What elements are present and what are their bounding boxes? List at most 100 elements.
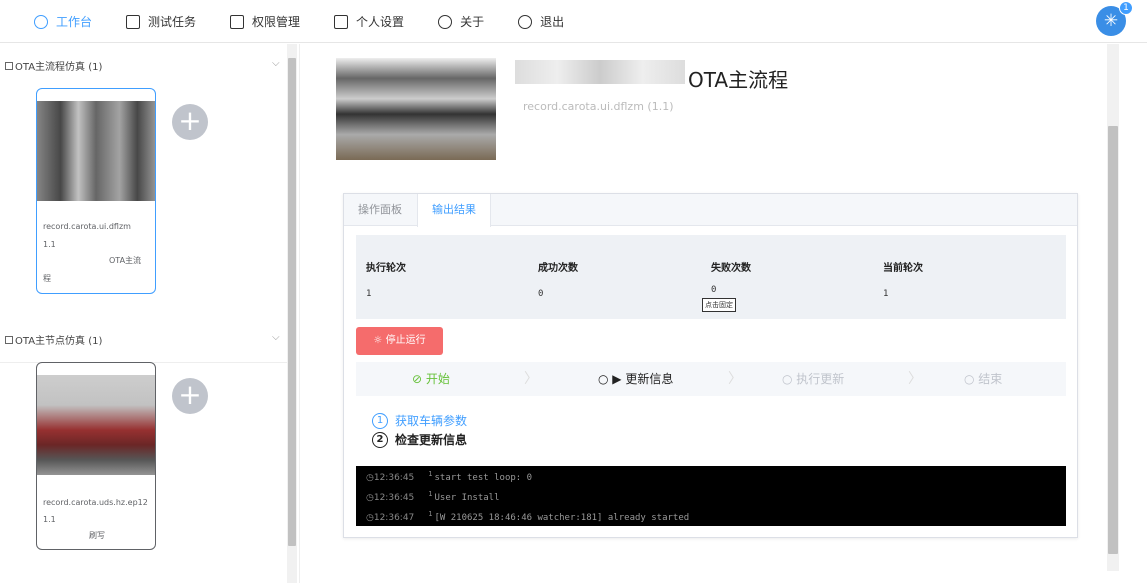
result-panel: 操作面板 输出结果 执行轮次 成功次数 失败次数 当前轮次 1 0 0 1 点击…	[343, 193, 1078, 538]
card-desc-2: 程	[43, 274, 51, 283]
log-count: 1	[428, 470, 433, 478]
notification-badge: 1	[1119, 1, 1133, 15]
stop-run-button[interactable]: ☼ 停止运行	[356, 327, 443, 355]
chevron-down-icon[interactable]: ⌵	[272, 58, 280, 69]
stat-value: 0	[711, 285, 717, 295]
group-title-text: OTA主流程仿真 (1)	[15, 62, 103, 73]
stat-header: 执行轮次	[366, 263, 406, 274]
folder-icon	[5, 335, 13, 344]
log-count: 1	[428, 510, 433, 518]
log-console: ◷12:36:45 1 start test loop: 0 ◷12:36:45 1 U…	[356, 466, 1066, 526]
substep-label: 获取车辆参数	[395, 414, 468, 428]
step-start: ⊘ 开始	[412, 362, 450, 396]
step-end: ○ 结束	[964, 362, 1002, 396]
dashboard-icon	[34, 14, 48, 29]
step-number: 1	[372, 412, 388, 429]
nav-label: 个人设置	[356, 15, 405, 29]
stat-header: 失败次数	[711, 263, 751, 274]
nav-item-logout[interactable]: 退出	[518, 0, 564, 43]
page-title: OTA主流程	[688, 68, 789, 92]
nav-label: 关于	[460, 15, 485, 29]
card-record-name: record.carota.ui.dflzm	[43, 222, 131, 231]
loading-icon: ☼	[373, 335, 386, 346]
nav-item-test-tasks[interactable]: 测试任务	[126, 0, 196, 43]
log-count: 1	[428, 490, 433, 498]
log-text: User Install	[434, 493, 500, 503]
lock-icon	[230, 14, 245, 29]
folder-icon	[5, 61, 13, 70]
nav-item-workbench[interactable]: 工作台	[34, 0, 92, 43]
step-label: 更新信息	[625, 372, 674, 386]
blurred-title-area	[515, 60, 685, 84]
step-update-info: ○ ▶ 更新信息	[598, 362, 673, 396]
nav-item-permissions[interactable]: 权限管理	[230, 0, 300, 43]
scenario-card[interactable]: record.carota.uds.hz.ep12 1.1 刷写	[36, 362, 156, 550]
tooltip: 点击固定	[702, 298, 736, 312]
nav-item-personal-settings[interactable]: 个人设置	[334, 0, 404, 43]
substep-item: 2 检查更新信息	[372, 431, 467, 448]
stat-value: 0	[538, 289, 544, 299]
tab-output-results[interactable]: 输出结果	[417, 194, 491, 227]
circle-icon: ○	[964, 372, 979, 386]
log-time: ◷12:36:47	[366, 513, 415, 523]
nav-item-about[interactable]: 关于	[438, 0, 484, 43]
step-number: 2	[372, 431, 388, 448]
sidebar-scroll-thumb[interactable]	[288, 58, 296, 546]
log-time: ◷12:36:45	[366, 493, 415, 503]
log-time-text: 12:36:45	[373, 473, 415, 483]
nav-label: 工作台	[56, 15, 93, 29]
card-desc: 刷写	[89, 531, 105, 540]
info-icon	[438, 14, 453, 29]
log-time-text: 12:36:45	[373, 493, 415, 503]
chevron-right-icon: 〉	[728, 371, 742, 387]
log-line: ◷12:36:45 1 start test loop: 0	[366, 470, 532, 483]
check-circle-icon: ⊘	[412, 372, 426, 386]
log-line: ◷12:36:45 1 User Install	[366, 490, 500, 503]
scenario-image	[336, 58, 496, 160]
tab-bar: 操作面板 输出结果	[344, 194, 1077, 227]
card-thumbnail	[37, 101, 155, 201]
stat-value: 1	[366, 289, 372, 299]
step-label: 结束	[978, 372, 1003, 386]
scenario-card[interactable]: record.carota.ui.dflzm 1.1 OTA主流 程	[36, 88, 156, 294]
chevron-right-icon: 〉	[908, 371, 922, 387]
tab-operation-panel[interactable]: 操作面板	[344, 194, 416, 226]
step-label: 执行更新	[796, 372, 845, 386]
stat-value: 1	[883, 289, 889, 299]
main-scroll-thumb[interactable]	[1108, 126, 1118, 554]
page-subtitle: record.carota.ui.dflzm (1.1)	[523, 100, 674, 113]
card-version: 1.1	[43, 515, 56, 524]
step-label: 开始	[425, 372, 450, 386]
card-record-name: record.carota.uds.hz.ep12	[43, 498, 148, 507]
card-desc: OTA主流	[109, 256, 142, 265]
add-card-button[interactable]: +	[172, 378, 208, 414]
nav-label: 测试任务	[148, 15, 197, 29]
stop-button-label: 停止运行	[385, 335, 426, 346]
circle-icon: ○ ▶	[598, 372, 626, 386]
log-text: [W 210625 18:46:46 watcher:181] already …	[434, 513, 690, 523]
stats-table: 执行轮次 成功次数 失败次数 当前轮次 1 0 0 1 点击固定	[356, 235, 1066, 319]
power-icon	[518, 14, 533, 29]
stat-header: 当前轮次	[883, 263, 923, 274]
stat-header: 成功次数	[538, 263, 578, 274]
nav-label: 权限管理	[252, 15, 301, 29]
top-navigation-bar: 工作台 测试任务 权限管理 个人设置 关于 退出 ✳ 1	[0, 0, 1147, 43]
circle-icon: ○	[782, 372, 797, 386]
substep-item: 1 获取车辆参数	[372, 412, 467, 429]
chevron-down-icon[interactable]: ⌵	[272, 332, 280, 343]
nav-menu: 工作台 测试任务 权限管理 个人设置 关于 退出	[34, 0, 598, 43]
chevron-right-icon: 〉	[524, 371, 538, 387]
progress-steps: ⊘ 开始 〉 ○ ▶ 更新信息 〉 ○ 执行更新 〉 ○ 结束	[356, 362, 1066, 396]
card-thumbnail	[37, 375, 155, 475]
add-card-button[interactable]: +	[172, 104, 208, 140]
group-title[interactable]: OTA主流程仿真 (1)	[5, 58, 102, 73]
group-title[interactable]: OTA主节点仿真 (1)	[5, 332, 102, 347]
settings-icon	[334, 14, 349, 29]
log-line: ◷12:36:47 1 [W 210625 18:46:46 watcher:181…	[366, 510, 689, 523]
group-title-text: OTA主节点仿真 (1)	[15, 336, 103, 347]
log-time: ◷12:36:45	[366, 473, 415, 483]
log-text: start test loop: 0	[434, 473, 533, 483]
log-time-text: 12:36:47	[373, 513, 415, 523]
step-execute-update: ○ 执行更新	[782, 362, 844, 396]
document-icon	[126, 14, 141, 29]
